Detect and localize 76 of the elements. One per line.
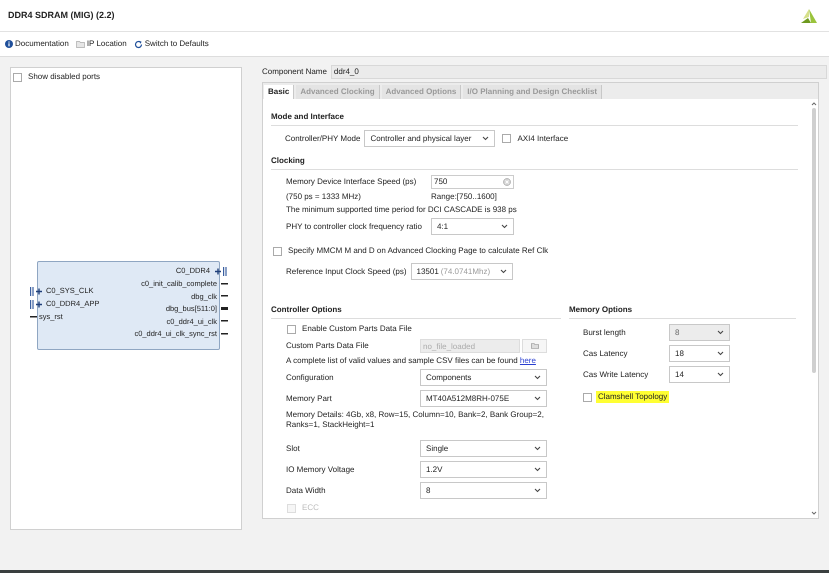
dropdown[interactable]: 18 <box>669 345 730 362</box>
speed-note: (750 ps = 1333 MHz) <box>286 191 362 203</box>
folder-icon <box>76 40 85 48</box>
dropdown[interactable]: 8 <box>420 482 547 499</box>
folder-icon <box>530 343 538 349</box>
checkbox[interactable] <box>287 324 296 334</box>
field-label: Memory Device Interface Speed (ps) <box>286 176 418 188</box>
checkbox[interactable] <box>502 134 512 143</box>
field-label: Memory Part <box>286 392 333 404</box>
field-label: IO Memory Voltage <box>286 464 356 476</box>
dropdown[interactable]: MT40A512M8RH-075E <box>420 390 547 407</box>
chevron-down-icon <box>534 375 541 380</box>
chevron-down-icon <box>717 372 724 377</box>
field-label: Slot <box>286 442 301 454</box>
field-label: Reference Input Clock Speed (ps) <box>286 266 407 278</box>
field-label: Data Width <box>286 484 327 496</box>
chevron-down-icon <box>717 330 724 335</box>
checkbox[interactable] <box>583 392 592 402</box>
min-period-note: The minimum supported time period for DCI CASCADE is 938 ps <box>286 204 518 216</box>
logo-icon <box>800 8 818 24</box>
section-title: Controller Options <box>271 304 561 319</box>
checkbox-label: AXI4 Interface <box>516 132 570 144</box>
bus-port-icon <box>30 286 44 296</box>
window-title: DDR4 SDRAM (MIG) (2.2) <box>8 8 115 22</box>
dropdown[interactable]: Controller and physical layer <box>364 130 496 147</box>
csv-note: A complete list of valid values and sample CSV files can be found here <box>286 355 537 367</box>
checkbox-label: Clamshell Topology <box>596 391 670 403</box>
speed-input[interactable]: 750 <box>431 175 514 189</box>
toolbar-button[interactable]: IP Location <box>76 38 127 50</box>
field-label: Controller/PHY Mode <box>285 132 360 144</box>
memory-details: Memory Details: 4Gb, x8, Row=15, Column=10, Bank=2, Bank Group=2, Ranks=1, StackHeight=1 <box>286 410 545 430</box>
checkbox-label: Show disabled ports <box>27 71 102 83</box>
chevron-down-icon <box>534 396 541 401</box>
toolbar-button[interactable]: Documentation <box>5 38 69 50</box>
scroll-up-icon[interactable] <box>811 101 817 106</box>
checkbox-label: ECC <box>301 502 320 514</box>
bus-port-icon <box>214 266 228 276</box>
dropdown[interactable]: Components <box>420 369 547 386</box>
field-label: Burst length <box>583 326 627 338</box>
dropdown[interactable]: 4:1 <box>431 218 514 235</box>
chevron-down-icon <box>500 269 507 274</box>
chevron-down-icon <box>482 136 490 141</box>
toolbar-button[interactable]: Switch to Defaults <box>134 38 209 50</box>
checkbox[interactable] <box>13 72 22 82</box>
section-title: Mode and Interface <box>271 111 798 126</box>
field-label: Cas Latency <box>583 348 628 360</box>
dropdown[interactable]: Single <box>420 440 547 457</box>
link[interactable]: here <box>520 356 536 365</box>
bus-port-icon <box>30 300 44 308</box>
checkbox-label: Specify MMCM M and D on Advanced Clocking Page to calculate Ref Clk <box>287 245 550 257</box>
chevron-down-icon <box>717 351 724 356</box>
checkbox-label: Enable Custom Parts Data File <box>301 323 413 335</box>
chevron-down-icon <box>534 488 541 493</box>
field-label: Custom Parts Data File <box>286 340 370 352</box>
refresh-icon <box>134 40 143 48</box>
section-title: Memory Options <box>569 304 796 319</box>
range-note: Range:[750..1600] <box>431 191 497 203</box>
component-name-field[interactable]: ddr4_0 <box>330 64 827 78</box>
scroll-down-icon[interactable] <box>811 511 817 516</box>
chevron-down-icon <box>534 467 541 472</box>
chevron-down-icon <box>501 224 508 229</box>
chevron-down-icon <box>534 446 541 451</box>
browse-button[interactable] <box>522 339 547 353</box>
field-label: Cas Write Latency <box>583 368 650 380</box>
dropdown[interactable]: 1.2V <box>420 461 547 478</box>
tab[interactable]: Basic <box>264 85 294 99</box>
field-label: PHY to controller clock frequency ratio <box>286 220 423 232</box>
field-label: Component Name <box>262 66 327 78</box>
dropdown[interactable]: 14 <box>669 366 730 383</box>
info-icon <box>5 40 13 48</box>
field-label: Configuration <box>286 372 335 384</box>
clear-icon[interactable] <box>503 178 511 186</box>
dropdown[interactable]: 13501 (74.0741Mhz) <box>410 263 513 280</box>
section-title: Clocking <box>271 155 798 170</box>
checkbox[interactable] <box>273 246 282 256</box>
scrollbar[interactable] <box>811 101 817 516</box>
